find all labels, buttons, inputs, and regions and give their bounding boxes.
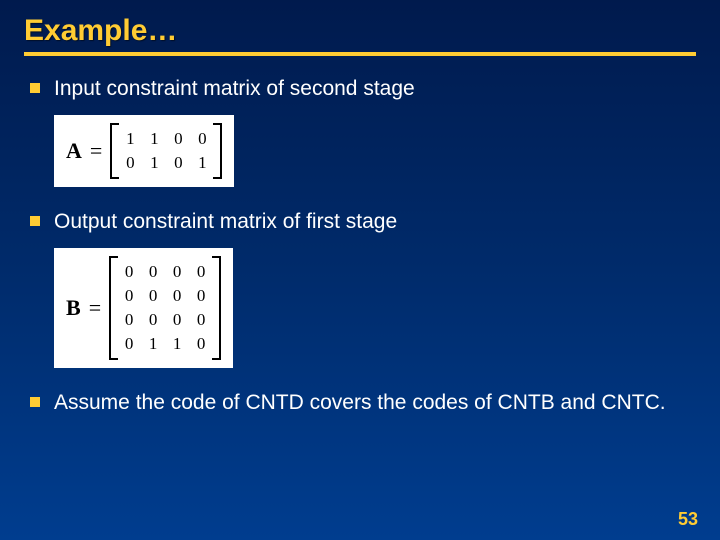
bullet-2: Output constraint matrix of first stage	[24, 209, 696, 234]
matrix-a-box: A = 1 1 0 0 0 1 0 1	[54, 115, 234, 187]
equals-sign: =	[90, 138, 102, 164]
slide-title: Example…	[24, 14, 696, 48]
bullet-icon	[30, 397, 40, 407]
matrix-cell: 0	[147, 286, 159, 306]
matrix-b-bracket: 0 0 0 0 0 0 0 0 0 0 0 0 0 1 1 0	[109, 256, 221, 360]
bullet-icon	[30, 216, 40, 226]
matrix-cell: 0	[195, 286, 207, 306]
bullet-2-text: Output constraint matrix of first stage	[54, 209, 397, 234]
matrix-cell: 1	[148, 153, 160, 173]
bullet-3: Assume the code of CNTD covers the codes…	[24, 390, 696, 415]
matrix-cell: 0	[147, 262, 159, 282]
bullet-icon	[30, 83, 40, 93]
matrix-cell: 0	[195, 310, 207, 330]
matrix-cell: 0	[124, 153, 136, 173]
matrix-a-bracket: 1 1 0 0 0 1 0 1	[110, 123, 222, 179]
matrix-cell: 0	[147, 310, 159, 330]
matrix-cell: 1	[148, 129, 160, 149]
matrix-cell: 0	[123, 334, 135, 354]
matrix-cell: 0	[196, 129, 208, 149]
matrix-cell: 1	[196, 153, 208, 173]
matrix-a-grid: 1 1 0 0 0 1 0 1	[120, 127, 212, 175]
slide: Example… Input constraint matrix of seco…	[0, 0, 720, 540]
matrix-cell: 0	[123, 262, 135, 282]
matrix-b-label: B	[66, 295, 81, 321]
matrix-b-grid: 0 0 0 0 0 0 0 0 0 0 0 0 0 1 1 0	[119, 260, 211, 356]
matrix-a-label: A	[66, 138, 82, 164]
matrix-cell: 0	[195, 334, 207, 354]
page-number: 53	[678, 509, 698, 530]
matrix-cell: 1	[171, 334, 183, 354]
matrix-cell: 0	[172, 153, 184, 173]
matrix-cell: 0	[171, 286, 183, 306]
matrix-b-box: B = 0 0 0 0 0 0 0 0 0 0 0 0 0	[54, 248, 233, 368]
matrix-cell: 1	[124, 129, 136, 149]
title-underline	[24, 52, 696, 56]
matrix-cell: 0	[195, 262, 207, 282]
matrix-cell: 0	[171, 310, 183, 330]
matrix-cell: 0	[123, 310, 135, 330]
matrix-cell: 1	[147, 334, 159, 354]
matrix-cell: 0	[172, 129, 184, 149]
bullet-1-text: Input constraint matrix of second stage	[54, 76, 415, 101]
bullet-3-text: Assume the code of CNTD covers the codes…	[54, 390, 666, 415]
bullet-1: Input constraint matrix of second stage	[24, 76, 696, 101]
matrix-cell: 0	[123, 286, 135, 306]
equals-sign: =	[89, 295, 101, 321]
matrix-cell: 0	[171, 262, 183, 282]
